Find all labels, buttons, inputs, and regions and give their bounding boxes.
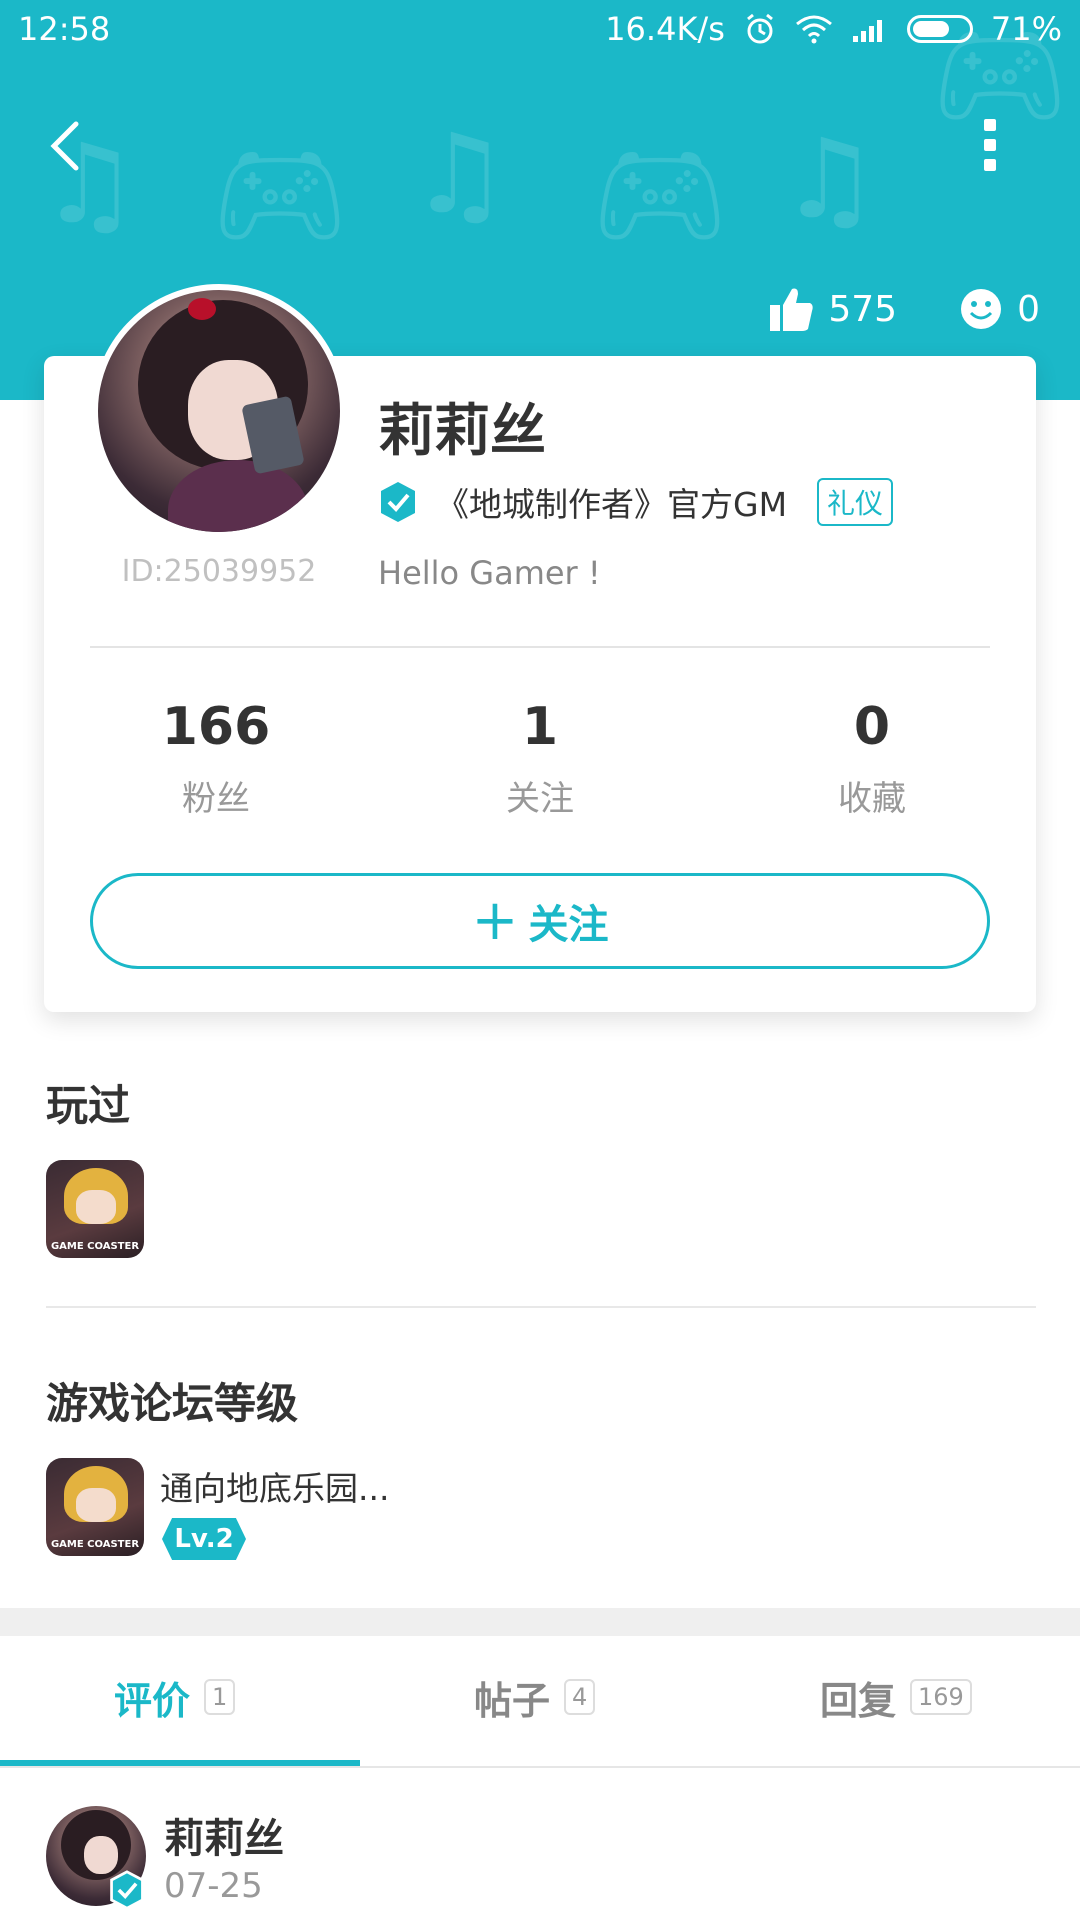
profile-avatar[interactable]: [92, 284, 346, 538]
tab-replies-count: 169: [910, 1679, 972, 1715]
plus-icon: +: [471, 888, 519, 953]
stat-favorites[interactable]: 0 收藏: [752, 695, 992, 820]
follow-button[interactable]: + 关注: [90, 873, 990, 969]
tab-replies-label: 回复: [820, 1678, 897, 1723]
status-bar: 12:58 16.4K/s 71%: [0, 0, 1080, 60]
section-divider: [46, 1306, 1036, 1308]
stat-fans[interactable]: 166 粉丝: [96, 695, 336, 820]
stat-following-value: 1: [521, 697, 559, 757]
forum-name[interactable]: 通向地底乐园...: [160, 1462, 389, 1510]
game-icon-caption: GAME COASTER: [50, 1241, 140, 1252]
follow-button-label: 关注: [528, 902, 609, 948]
tab-reviews-label: 评价: [114, 1678, 191, 1723]
music-note-decoration: ♫: [410, 110, 509, 238]
tab-posts-label: 帖子: [474, 1678, 551, 1723]
level-badge: Lv.2: [162, 1518, 246, 1560]
post-author-name[interactable]: 莉莉丝: [164, 1806, 284, 1864]
likes-count: 575: [828, 288, 898, 330]
stat-favorites-value: 0: [853, 697, 891, 757]
music-note-decoration: ♫: [780, 115, 879, 243]
smiles-count: 0: [1017, 288, 1040, 330]
tab-reviews-count: 1: [204, 1679, 236, 1715]
section-gap: [0, 1608, 1080, 1636]
user-bio: Hello Gamer !: [378, 554, 601, 592]
verified-title-row: 《地城制作者》官方GM 礼仪: [378, 478, 894, 526]
verified-shield-icon: [381, 482, 415, 522]
battery-icon: [906, 15, 973, 43]
verified-shield-icon: [110, 1870, 144, 1910]
stat-following[interactable]: 1 关注: [420, 695, 660, 820]
stat-fans-value: 166: [161, 697, 271, 757]
tab-posts[interactable]: 帖子 4: [474, 1652, 596, 1742]
network-speed: 16.4K/s: [605, 10, 725, 48]
forum-level-section-title: 游戏论坛等级: [46, 1379, 299, 1428]
stat-fans-label: 粉丝: [182, 779, 250, 819]
played-section-title: 玩过: [46, 1081, 131, 1130]
user-name: 莉莉丝: [378, 399, 546, 464]
stat-following-label: 关注: [506, 779, 574, 819]
tab-divider: [0, 1766, 1080, 1768]
more-options-icon[interactable]: [970, 115, 1010, 175]
tab-reviews[interactable]: 评价 1: [114, 1652, 236, 1742]
played-game-icon[interactable]: GAME COASTER: [46, 1160, 144, 1258]
tab-replies[interactable]: 回复 169: [820, 1652, 972, 1742]
battery-fill: [912, 21, 950, 37]
gamepad-decoration: 🎮︎: [210, 130, 350, 258]
alarm-icon: [746, 13, 773, 44]
etiquette-tag[interactable]: 礼仪: [817, 478, 894, 526]
forum-game-icon-caption: GAME COASTER: [50, 1539, 140, 1550]
forum-game-icon[interactable]: GAME COASTER: [46, 1458, 144, 1556]
status-right-group: 16.4K/s 71%: [605, 10, 1062, 48]
signal-icon: [852, 20, 882, 42]
status-time: 12:58: [18, 10, 111, 48]
card-divider: [90, 646, 990, 648]
tab-posts-count: 4: [564, 1679, 596, 1715]
gamepad-decoration: 🎮︎: [590, 130, 730, 258]
user-id: ID:25039952: [121, 554, 317, 589]
profile-reactions: 575 0: [768, 285, 1040, 333]
wifi-icon: [795, 15, 832, 44]
verified-title: 《地城制作者》官方GM: [436, 485, 788, 524]
post-date: 07-25: [164, 1866, 263, 1906]
smile-icon[interactable]: [959, 287, 1003, 331]
thumbs-up-icon[interactable]: [768, 285, 814, 333]
stat-favorites-label: 收藏: [838, 779, 906, 819]
battery-percent: 71%: [990, 10, 1062, 48]
back-arrow-icon[interactable]: [40, 110, 100, 180]
